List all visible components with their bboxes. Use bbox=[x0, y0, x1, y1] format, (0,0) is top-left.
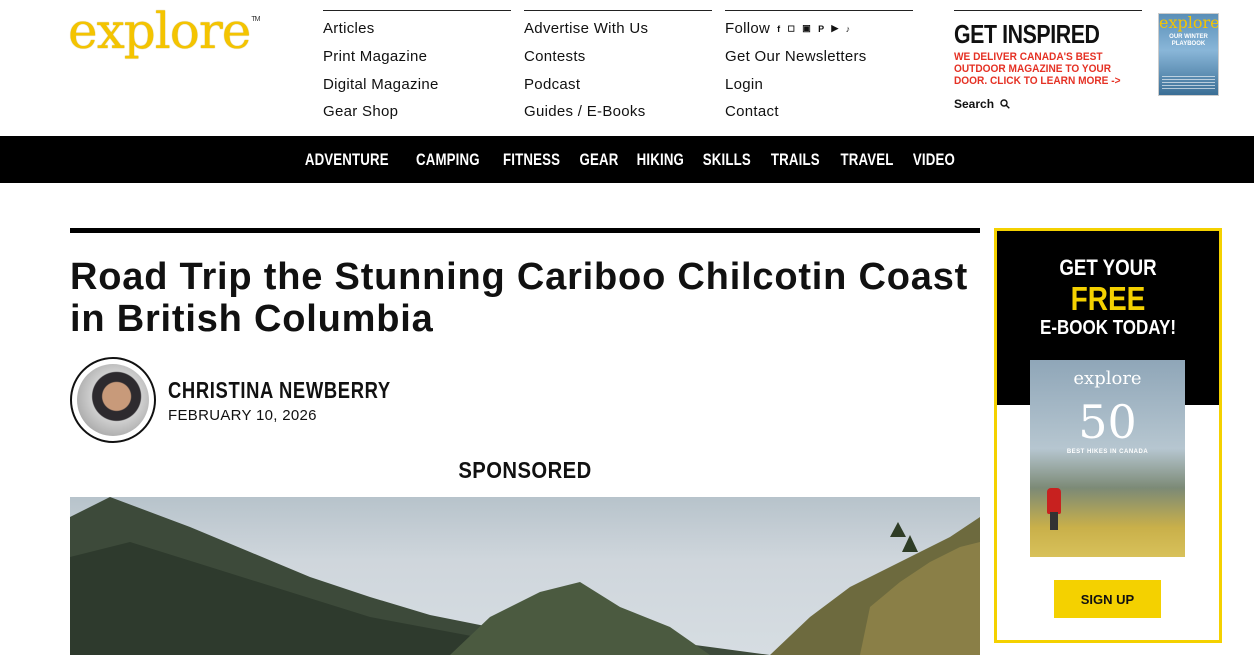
site-logo[interactable]: exploreTM bbox=[68, 6, 261, 56]
tiktok-icon[interactable]: ♪ bbox=[846, 24, 851, 34]
link-podcast[interactable]: Podcast bbox=[524, 71, 712, 99]
article-title: Road Trip the Stunning Cariboo Chilcotin… bbox=[70, 256, 969, 340]
nav-camping[interactable]: CAMPING bbox=[416, 150, 480, 170]
facebook-icon[interactable]: f bbox=[777, 24, 780, 34]
promo-line-1: GET YOUR bbox=[1059, 255, 1157, 280]
get-inspired-text[interactable]: WE DELIVER CANADA'S BEST OUTDOOR MAGAZIN… bbox=[954, 51, 1138, 87]
nav-hiking[interactable]: HIKING bbox=[636, 150, 683, 170]
ebook-subtitle: BEST HIKES IN CANADA bbox=[1066, 449, 1149, 455]
ebook-number: 50 bbox=[1078, 395, 1137, 449]
magazine-cover[interactable]: explore OUR WINTER PLAYBOOK bbox=[1158, 13, 1219, 96]
link-articles[interactable]: Articles bbox=[323, 15, 511, 43]
link-guides-ebooks[interactable]: Guides / E-Books bbox=[524, 98, 712, 126]
get-inspired-block[interactable]: GET INSPIRED WE DELIVER CANADA'S BEST OU… bbox=[954, 10, 1142, 111]
link-login[interactable]: Login bbox=[725, 71, 913, 99]
nav-video[interactable]: VIDEO bbox=[913, 150, 955, 170]
linkedin-icon[interactable]: ▣ bbox=[802, 23, 811, 34]
publish-date: FEBRUARY 10, 2026 bbox=[168, 406, 317, 424]
search-button[interactable]: Search bbox=[954, 97, 1142, 111]
author-name[interactable]: CHRISTINA NEWBERRY bbox=[168, 377, 391, 404]
sign-up-button[interactable]: SIGN UP bbox=[1054, 580, 1161, 618]
nav-trails[interactable]: TRAILS bbox=[771, 150, 820, 170]
logo-text: explore bbox=[68, 2, 251, 60]
magazine-cover-title: explore bbox=[1159, 13, 1219, 32]
ebook-cover[interactable]: explore 50 BEST HIKES IN CANADA bbox=[1030, 360, 1185, 557]
follow-row: Follow f ◻ ▣ P ▶ ♪ bbox=[725, 15, 913, 43]
header-links-col-1: Articles Print Magazine Digital Magazine… bbox=[323, 10, 511, 126]
header-links-col-2: Advertise With Us Contests Podcast Guide… bbox=[524, 10, 712, 126]
nav-skills[interactable]: SKILLS bbox=[703, 150, 751, 170]
link-print-magazine[interactable]: Print Magazine bbox=[323, 43, 511, 71]
hiker-legs bbox=[1050, 512, 1058, 530]
nav-gear[interactable]: GEAR bbox=[579, 150, 618, 170]
ebook-promo: GET YOUR FREE E-BOOK TODAY! explore 50 B… bbox=[994, 228, 1222, 643]
promo-line-3: E-BOOK TODAY! bbox=[1039, 317, 1177, 339]
author-avatar[interactable] bbox=[70, 357, 156, 443]
link-digital-magazine[interactable]: Digital Magazine bbox=[323, 71, 511, 99]
instagram-icon[interactable]: ◻ bbox=[787, 23, 795, 34]
link-gear-shop[interactable]: Gear Shop bbox=[323, 98, 511, 126]
ebook-title: explore bbox=[1073, 368, 1142, 389]
hero-landscape bbox=[70, 497, 980, 655]
link-advertise[interactable]: Advertise With Us bbox=[524, 15, 712, 43]
nav-adventure[interactable]: ADVENTURE bbox=[305, 150, 389, 170]
nav-fitness[interactable]: FITNESS bbox=[503, 150, 560, 170]
link-newsletters[interactable]: Get Our Newsletters bbox=[725, 43, 913, 71]
search-label: Search bbox=[954, 97, 995, 111]
author-info: CHRISTINA NEWBERRY FEBRUARY 10, 2026 bbox=[168, 377, 446, 424]
sponsored-label: SPONSORED bbox=[458, 457, 592, 483]
follow-label: Follow bbox=[725, 20, 771, 38]
search-icon bbox=[1000, 99, 1010, 109]
promo-line-2: FREE bbox=[1070, 280, 1146, 317]
article-header: Road Trip the Stunning Cariboo Chilcotin… bbox=[70, 228, 980, 484]
link-contact[interactable]: Contact bbox=[725, 98, 913, 126]
link-contests[interactable]: Contests bbox=[524, 43, 712, 71]
nav-travel[interactable]: TRAVEL bbox=[840, 150, 893, 170]
header-links-col-3: Follow f ◻ ▣ P ▶ ♪ Get Our Newsletters L… bbox=[725, 10, 913, 126]
magazine-cover-lines bbox=[1162, 76, 1215, 90]
author-photo bbox=[77, 364, 149, 436]
hero-image bbox=[70, 497, 980, 655]
logo-tm: TM bbox=[251, 16, 260, 23]
get-inspired-title: GET INSPIRED bbox=[954, 19, 1100, 49]
magazine-cover-subtitle: OUR WINTER PLAYBOOK bbox=[1169, 34, 1208, 47]
youtube-icon[interactable]: ▶ bbox=[831, 23, 838, 34]
main-nav: ADVENTURE CAMPING FITNESS GEAR HIKING SK… bbox=[0, 136, 1254, 183]
hiker-figure bbox=[1047, 488, 1061, 514]
byline: CHRISTINA NEWBERRY FEBRUARY 10, 2026 bbox=[70, 357, 980, 443]
pinterest-icon[interactable]: P bbox=[818, 24, 824, 34]
